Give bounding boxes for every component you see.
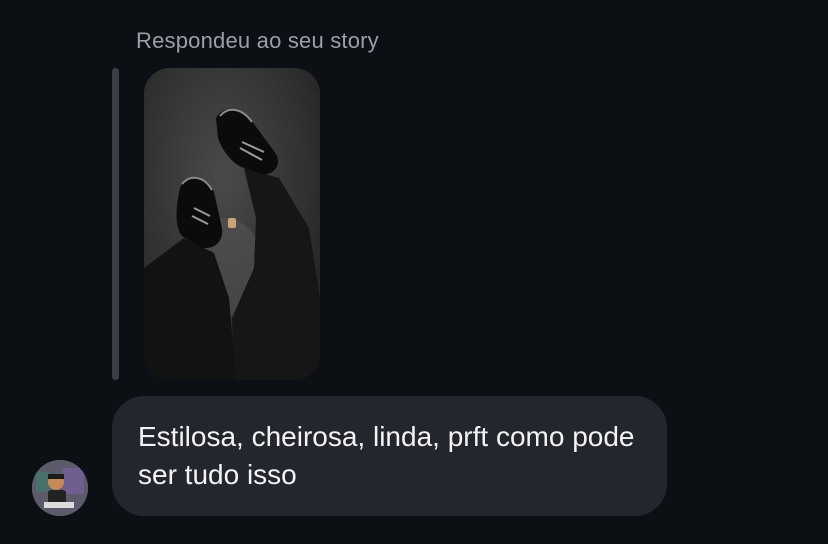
sender-avatar[interactable] <box>32 460 88 516</box>
story-photo <box>144 68 320 380</box>
message-bubble[interactable]: Estilosa, cheirosa, linda, prft como pod… <box>112 396 667 516</box>
story-thumbnail[interactable] <box>144 68 320 380</box>
message-text: Estilosa, cheirosa, linda, prft como pod… <box>138 421 635 490</box>
chat-thread: Respondeu ao seu story Estilosa, cheiros… <box>0 0 828 544</box>
avatar-image <box>32 460 88 516</box>
story-reply-label: Respondeu ao seu story <box>136 28 379 53</box>
reply-indicator-bar <box>112 68 119 380</box>
